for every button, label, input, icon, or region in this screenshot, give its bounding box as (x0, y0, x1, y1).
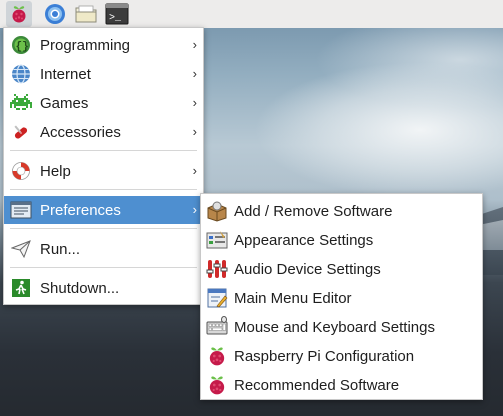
submenu-arrow-icon: › (192, 163, 197, 178)
submenu-item-label: Mouse and Keyboard Settings (234, 318, 435, 336)
submenu-arrow-icon: › (192, 95, 197, 110)
menu-editor-icon (206, 287, 228, 309)
menu-item-label: Run... (40, 240, 81, 258)
swiss-knife-icon (10, 121, 32, 143)
appearance-icon (206, 229, 228, 251)
menu-item-label: Games (40, 94, 89, 112)
submenu-arrow-icon: › (192, 202, 197, 217)
submenu-arrow-icon: › (192, 66, 197, 81)
submenu-item-label: Recommended Software (234, 376, 400, 394)
menu-separator (10, 189, 197, 190)
submenu-arrow-icon: › (192, 37, 197, 52)
package-icon (206, 200, 228, 222)
terminal-icon: >_ (105, 3, 129, 25)
menu-item-label: Programming (40, 36, 131, 54)
menu-item-accessories[interactable]: Accessories › (4, 118, 203, 146)
submenu-item-main-menu-editor[interactable]: Main Menu Editor (201, 284, 482, 312)
menu-item-preferences[interactable]: Preferences › (4, 196, 203, 224)
submenu-item-label: Add / Remove Software (234, 202, 393, 220)
submenu-item-mouse-keyboard-settings[interactable]: Mouse and Keyboard Settings (201, 313, 482, 341)
menu-item-internet[interactable]: Internet › (4, 60, 203, 88)
submenu-item-recommended-software[interactable]: Recommended Software (201, 371, 482, 399)
paper-plane-icon (10, 238, 32, 260)
browser-button[interactable] (42, 1, 68, 27)
menu-item-help[interactable]: Help › (4, 157, 203, 185)
file-manager-button[interactable] (73, 1, 99, 27)
svg-text:{}: {} (16, 41, 29, 53)
submenu-item-raspberry-pi-configuration[interactable]: Raspberry Pi Configuration (201, 342, 482, 370)
menu-item-games[interactable]: Games › (4, 89, 203, 117)
raspberry-menu-icon (12, 6, 26, 23)
menu-separator (10, 267, 197, 268)
preferences-icon (10, 199, 32, 221)
submenu-item-add-remove-software[interactable]: Add / Remove Software (201, 197, 482, 225)
menu-item-label: Internet (40, 65, 91, 83)
submenu-item-label: Audio Device Settings (234, 260, 381, 278)
file-manager-icon (75, 5, 97, 23)
menu-item-label: Shutdown... (40, 279, 120, 297)
submenu-item-label: Raspberry Pi Configuration (234, 347, 415, 365)
menu-item-programming[interactable]: {} Programming › (4, 31, 203, 59)
menu-item-run[interactable]: Run... (4, 235, 203, 263)
space-invader-icon (10, 92, 32, 114)
menu-item-label: Preferences (40, 201, 121, 219)
raspberry-menu-button[interactable] (6, 1, 32, 27)
raspberry-icon (206, 374, 228, 396)
menu-separator (10, 150, 197, 151)
submenu-item-audio-device-settings[interactable]: Audio Device Settings (201, 255, 482, 283)
submenu-arrow-icon: › (192, 124, 197, 139)
menu-item-shutdown[interactable]: Shutdown... (4, 274, 203, 302)
terminal-button[interactable]: >_ (104, 1, 130, 27)
menu-item-label: Accessories (40, 123, 121, 141)
raspberry-icon (206, 345, 228, 367)
menu-item-label: Help (40, 162, 71, 180)
svg-text:>_: >_ (109, 13, 122, 24)
submenu-item-appearance-settings[interactable]: Appearance Settings (201, 226, 482, 254)
keyboard-icon (206, 316, 228, 338)
browser-icon (45, 4, 65, 24)
taskbar: >_ (0, 0, 503, 28)
submenu-item-label: Main Menu Editor (234, 289, 352, 307)
programming-icon: {} (10, 34, 32, 56)
preferences-submenu: Add / Remove Software Appearance Setting… (200, 193, 483, 400)
lifebuoy-icon (10, 160, 32, 182)
menu-separator (10, 228, 197, 229)
audio-mixer-icon (206, 258, 228, 280)
exit-icon (10, 277, 32, 299)
globe-icon (10, 63, 32, 85)
main-menu: {} Programming › Internet › Games › Acce… (3, 27, 204, 305)
submenu-item-label: Appearance Settings (234, 231, 374, 249)
